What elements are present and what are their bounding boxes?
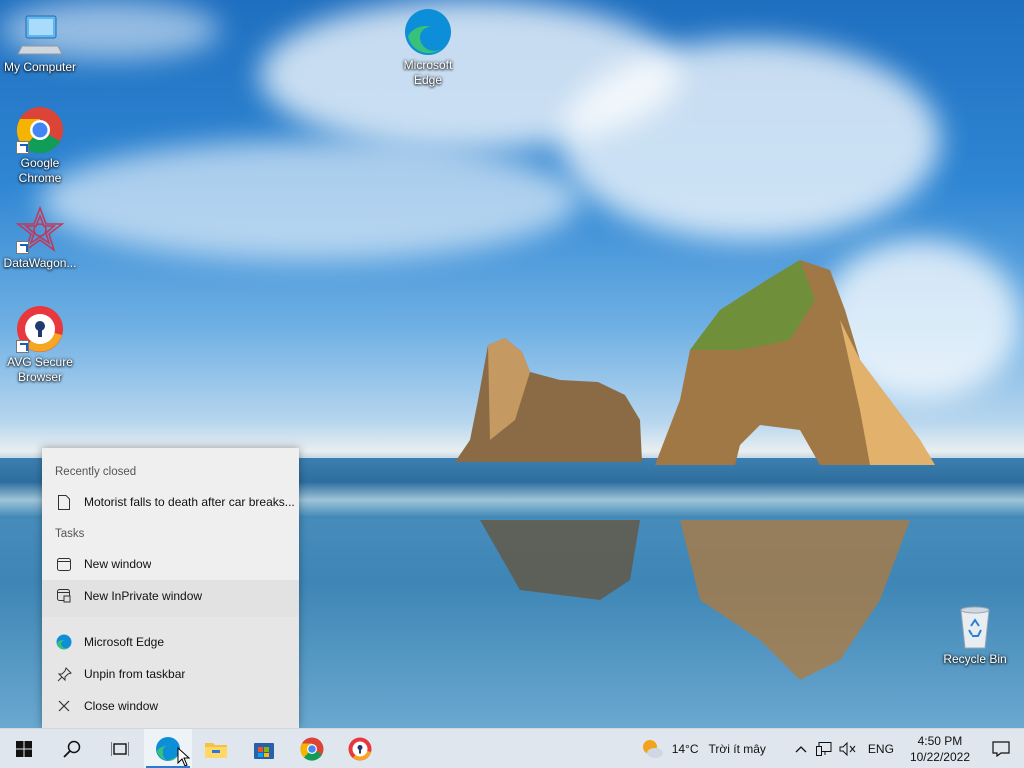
network-button[interactable]	[812, 729, 836, 768]
show-hidden-icons-button[interactable]	[790, 729, 812, 768]
edge-icon	[56, 634, 72, 650]
language-indicator[interactable]: ENG	[860, 729, 902, 768]
shortcut-arrow-icon	[16, 141, 29, 154]
search-icon	[63, 740, 81, 758]
inprivate-window-icon	[56, 588, 72, 604]
document-icon	[56, 494, 72, 510]
window-icon	[56, 556, 72, 572]
desktop-icon-label: My Computer	[3, 60, 77, 74]
desktop-icon-label: DataWagon...	[3, 256, 77, 270]
mouse-cursor-icon	[177, 746, 191, 767]
unpin-from-taskbar[interactable]: Unpin from taskbar	[42, 658, 299, 690]
action-center-button[interactable]	[978, 729, 1024, 768]
desktop-icon-label: AVG Secure Browser	[7, 355, 73, 384]
shortcut-arrow-icon	[16, 241, 29, 254]
search-button[interactable]	[48, 729, 96, 768]
clock-time: 4:50 PM	[917, 734, 963, 748]
weather-description: Trời ít mây	[708, 742, 766, 756]
desktop-icon-my-computer[interactable]: My Computer	[0, 10, 80, 75]
weather-widget[interactable]: 14°C Trời ít mây	[634, 729, 790, 768]
taskbar-avg-browser[interactable]	[336, 729, 384, 768]
task-view-icon	[111, 741, 129, 756]
tasks-header: Tasks	[55, 528, 85, 540]
close-icon	[56, 698, 72, 714]
edge-icon	[404, 8, 452, 56]
app-microsoft-edge[interactable]: Microsoft Edge	[42, 626, 299, 658]
recently-closed-header: Recently closed	[55, 466, 137, 478]
recycle-bin-icon	[951, 602, 999, 650]
close-window[interactable]: Close window	[42, 690, 299, 722]
datawagon-icon	[15, 205, 65, 254]
desktop-icon-microsoft-edge[interactable]: Microsoft Edge	[388, 8, 468, 88]
unpin-icon	[56, 666, 72, 682]
weather-temperature: 14°C	[671, 742, 699, 756]
desktop-icon-datawagon[interactable]: DataWagon...	[0, 205, 80, 271]
start-icon	[16, 740, 32, 757]
notification-icon	[992, 741, 1010, 757]
taskbar-file-explorer[interactable]	[192, 729, 240, 768]
task-new-window[interactable]: New window	[42, 548, 299, 580]
taskbar: 14°C Trời ít mây ENG 4:50 PM 10/22/2022	[0, 728, 1024, 768]
desktop-icon-google-chrome[interactable]: Google Chrome	[0, 106, 80, 186]
desktop-icon-recycle-bin[interactable]: Recycle Bin	[935, 602, 1015, 667]
taskbar-microsoft-store[interactable]	[240, 729, 288, 768]
taskbar-chrome[interactable]	[288, 729, 336, 768]
chrome-icon	[300, 737, 324, 761]
task-new-inprivate-window[interactable]: New InPrivate window	[42, 580, 299, 612]
store-icon	[254, 742, 274, 759]
start-button[interactable]	[0, 729, 48, 768]
clock[interactable]: 4:50 PM 10/22/2022	[902, 729, 978, 768]
avg-browser-icon	[16, 305, 64, 353]
desktop-icon-label: Google Chrome	[18, 156, 62, 185]
desktop-icon-label: Recycle Bin	[943, 652, 1007, 666]
desktop-icon-label: Microsoft Edge	[403, 58, 453, 87]
system-tray: 14°C Trời ít mây ENG 4:50 PM 10/22/2022	[634, 729, 1024, 768]
shortcut-arrow-icon	[16, 340, 29, 353]
clock-date: 10/22/2022	[909, 750, 970, 764]
edge-jump-list: Recently closed Motorist falls to death …	[42, 448, 299, 728]
taskbar-edge[interactable]	[144, 728, 192, 768]
file-explorer-icon	[205, 742, 227, 758]
network-icon	[815, 742, 832, 756]
weather-partly-cloudy-icon	[642, 740, 663, 758]
computer-icon	[16, 10, 64, 58]
chrome-icon	[16, 106, 64, 154]
avg-browser-icon	[348, 737, 372, 760]
volume-button[interactable]	[836, 729, 860, 768]
chevron-up-icon	[795, 746, 807, 753]
task-view-button[interactable]	[96, 729, 144, 768]
recent-item[interactable]: Motorist falls to death after car breaks…	[42, 486, 299, 518]
desktop-icon-avg-secure-browser[interactable]: AVG Secure Browser	[0, 305, 80, 385]
volume-muted-icon	[839, 742, 856, 756]
